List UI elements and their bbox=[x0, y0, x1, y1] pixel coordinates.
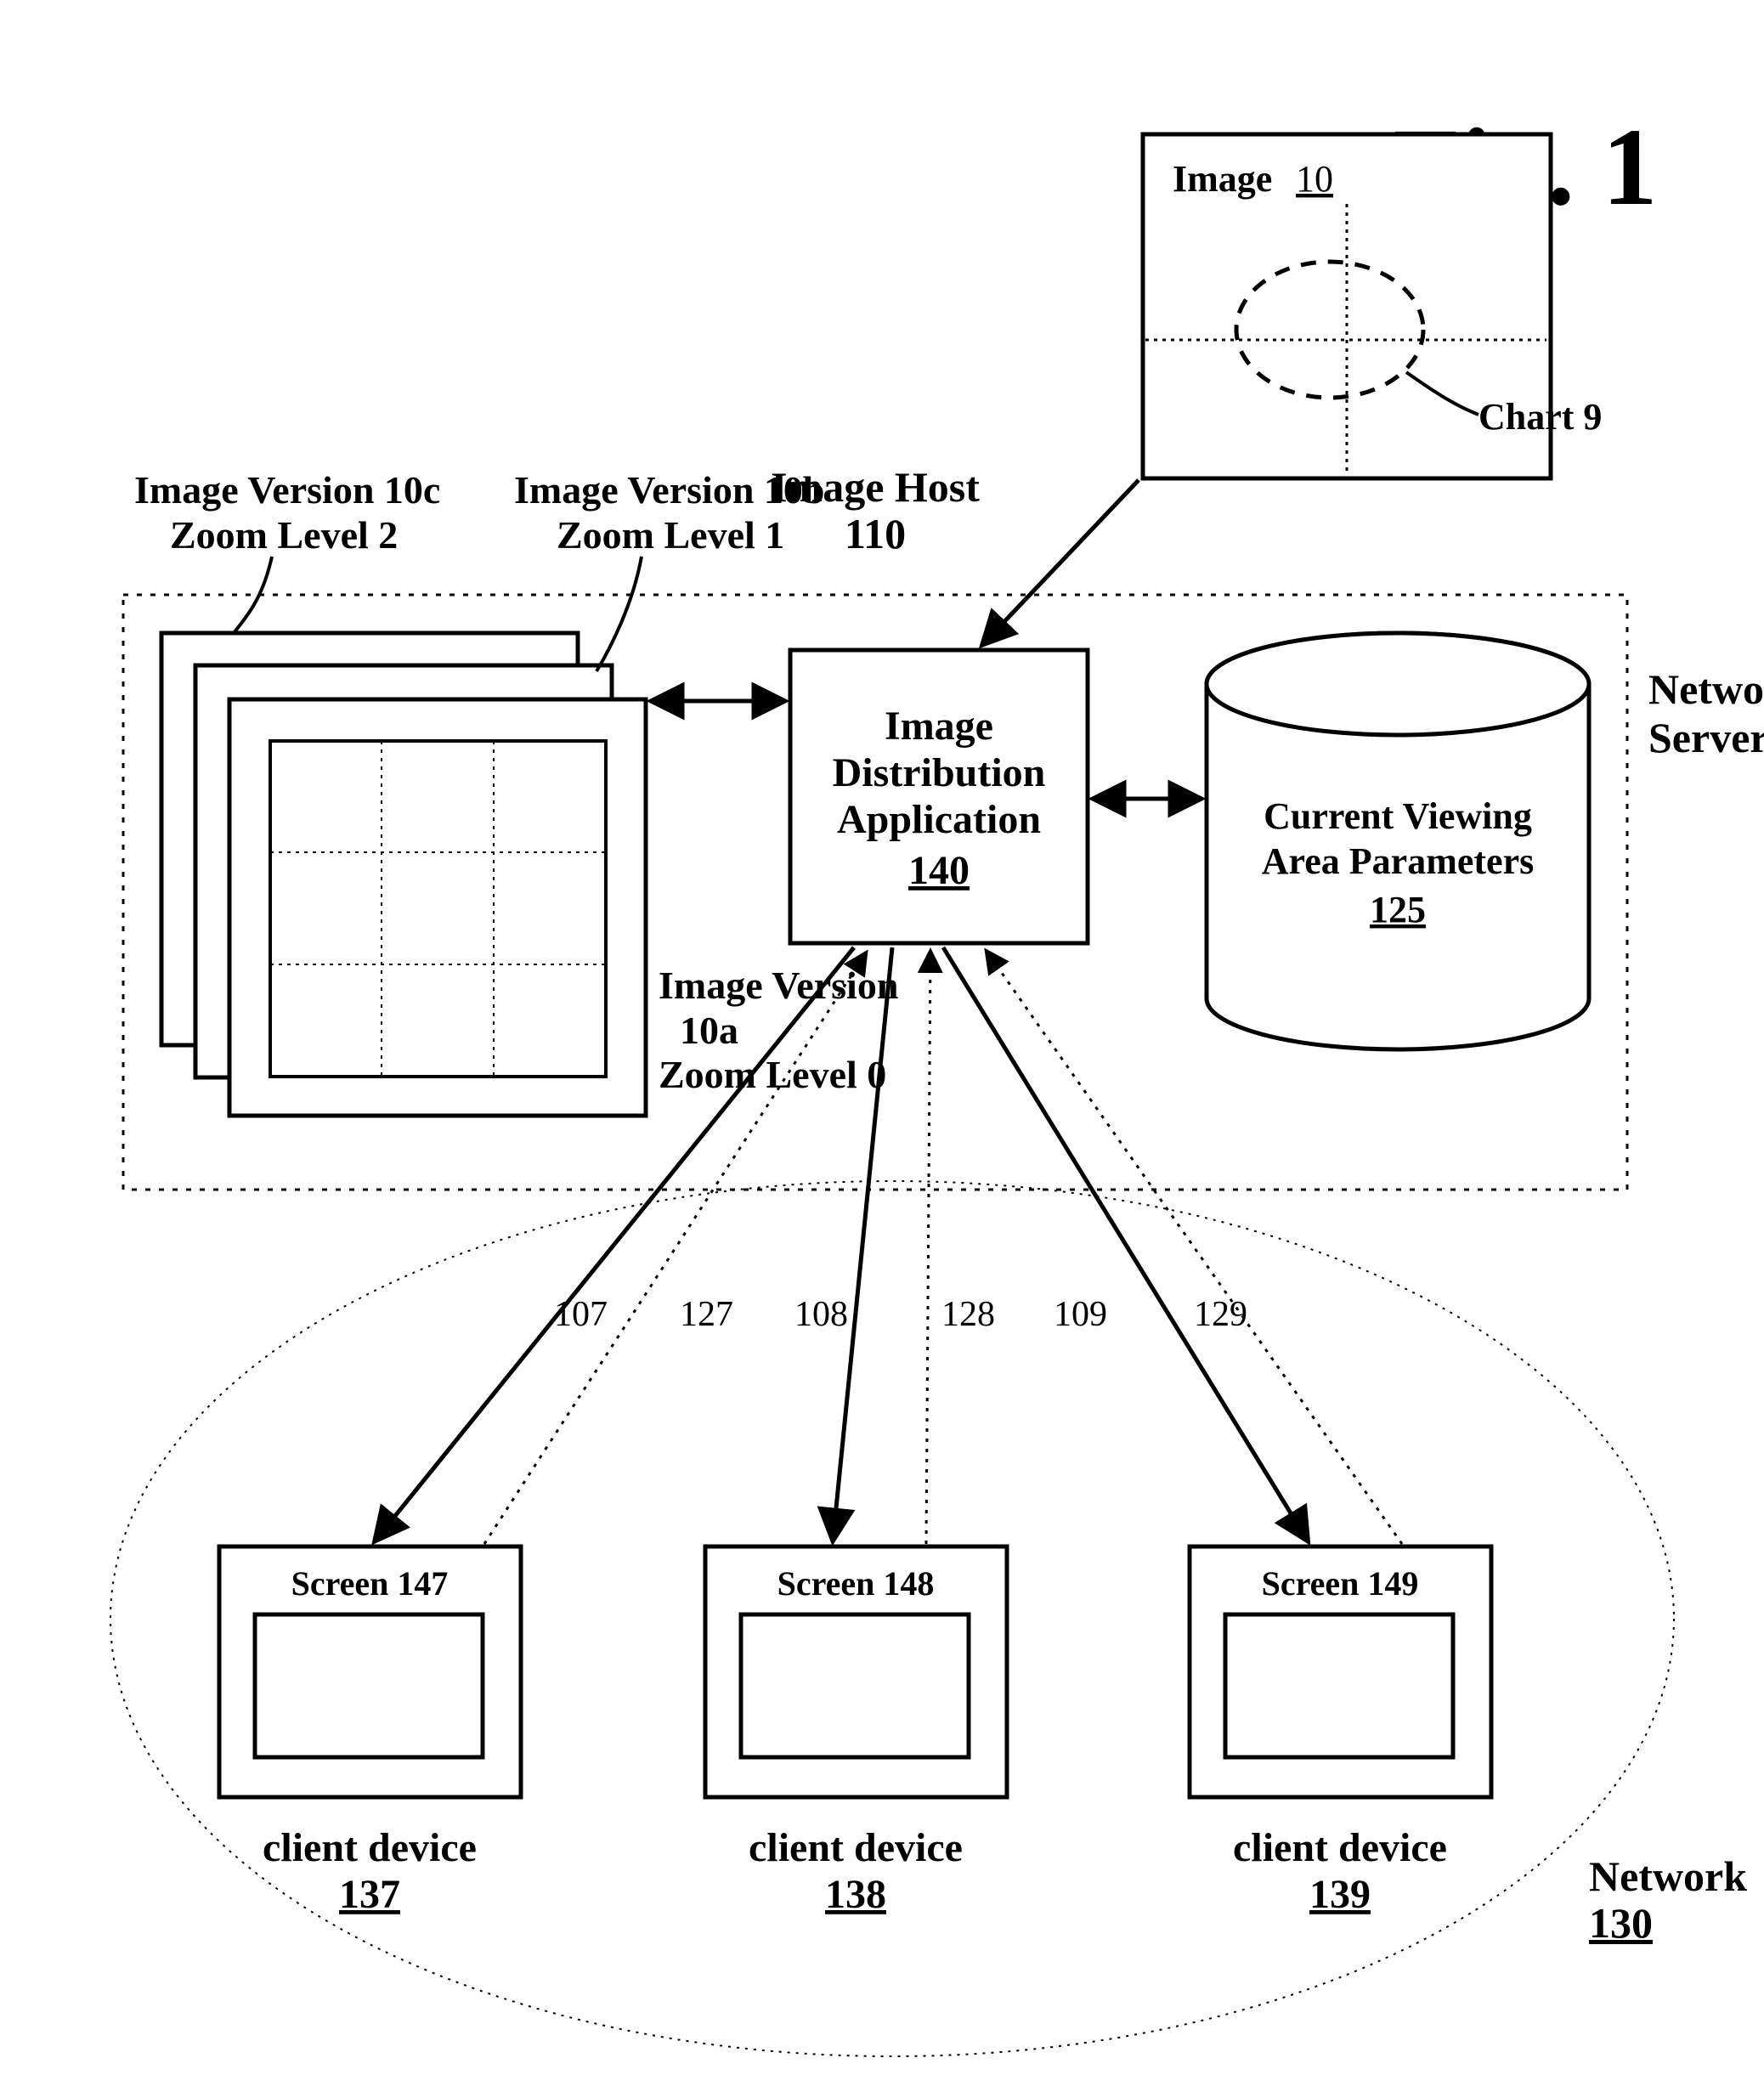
db-l2: Area Parameters bbox=[1262, 840, 1534, 882]
label-129: 129 bbox=[1194, 1295, 1247, 1334]
server-label: Network Server 120 bbox=[1648, 665, 1764, 761]
client-138-screen: Screen 148 bbox=[777, 1564, 935, 1603]
app-box: Image Distribution Application 140 bbox=[790, 650, 1088, 943]
client-139-device: client device bbox=[1233, 1825, 1447, 1870]
network-title: Network bbox=[1589, 1852, 1747, 1900]
chart-label: Chart 9 bbox=[1478, 396, 1602, 438]
label-108: 108 bbox=[794, 1295, 848, 1334]
app-l2: Distribution bbox=[833, 750, 1046, 795]
label-109: 109 bbox=[1054, 1295, 1107, 1334]
diagram-canvas: Fig. 1 Image Host 110 Chart 9 Image 10 N… bbox=[0, 0, 1764, 2092]
version-c-label: Image Version 10c bbox=[134, 468, 440, 512]
app-num: 140 bbox=[908, 848, 970, 893]
db-cylinder: Current Viewing Area Parameters 125 bbox=[1207, 633, 1589, 1049]
db-num: 125 bbox=[1370, 889, 1426, 930]
client-139: Screen 149 client device 139 bbox=[1190, 1546, 1491, 1917]
client-138: Screen 148 client device 138 bbox=[705, 1546, 1007, 1917]
image-versions bbox=[161, 633, 646, 1116]
image-host-num: 110 bbox=[845, 510, 906, 557]
app-l1: Image bbox=[885, 704, 993, 749]
client-137: Screen 147 client device 137 bbox=[219, 1546, 521, 1917]
arrow-108 bbox=[833, 947, 892, 1542]
source-image-num: 10 bbox=[1296, 158, 1333, 200]
version-a-label: Image Version bbox=[659, 964, 898, 1007]
version-b-label: Image Version 10b bbox=[514, 468, 824, 512]
version-c-zoom: Zoom Level 2 bbox=[170, 513, 398, 557]
svg-text:Server 120: Server 120 bbox=[1648, 714, 1764, 761]
client-137-device: client device bbox=[263, 1825, 477, 1870]
server-title: Network bbox=[1648, 665, 1764, 713]
client-139-num: 139 bbox=[1309, 1872, 1371, 1917]
version-a-zoom: Zoom Level 0 bbox=[659, 1053, 886, 1096]
client-137-screen: Screen 147 bbox=[291, 1564, 449, 1603]
label-127: 127 bbox=[680, 1295, 733, 1334]
arrow-imagehost-to-app bbox=[981, 480, 1139, 646]
db-l1: Current Viewing bbox=[1264, 795, 1532, 837]
label-128: 128 bbox=[941, 1295, 995, 1334]
client-137-num: 137 bbox=[339, 1872, 400, 1917]
source-image-title: Image bbox=[1173, 158, 1272, 200]
client-138-num: 138 bbox=[825, 1872, 886, 1917]
source-image: Chart 9 Image 10 bbox=[1143, 134, 1602, 478]
network-num: 130 bbox=[1589, 1899, 1653, 1947]
app-l3: Application bbox=[837, 797, 1041, 842]
arrow-109 bbox=[943, 947, 1309, 1542]
arrow-128 bbox=[926, 950, 930, 1544]
label-107: 107 bbox=[554, 1295, 608, 1334]
version-a-num: 10a bbox=[680, 1009, 738, 1052]
client-138-device: client device bbox=[749, 1825, 963, 1870]
client-139-screen: Screen 149 bbox=[1262, 1564, 1419, 1603]
server-subtitle: Server bbox=[1648, 714, 1764, 761]
version-b-zoom: Zoom Level 1 bbox=[557, 513, 784, 557]
